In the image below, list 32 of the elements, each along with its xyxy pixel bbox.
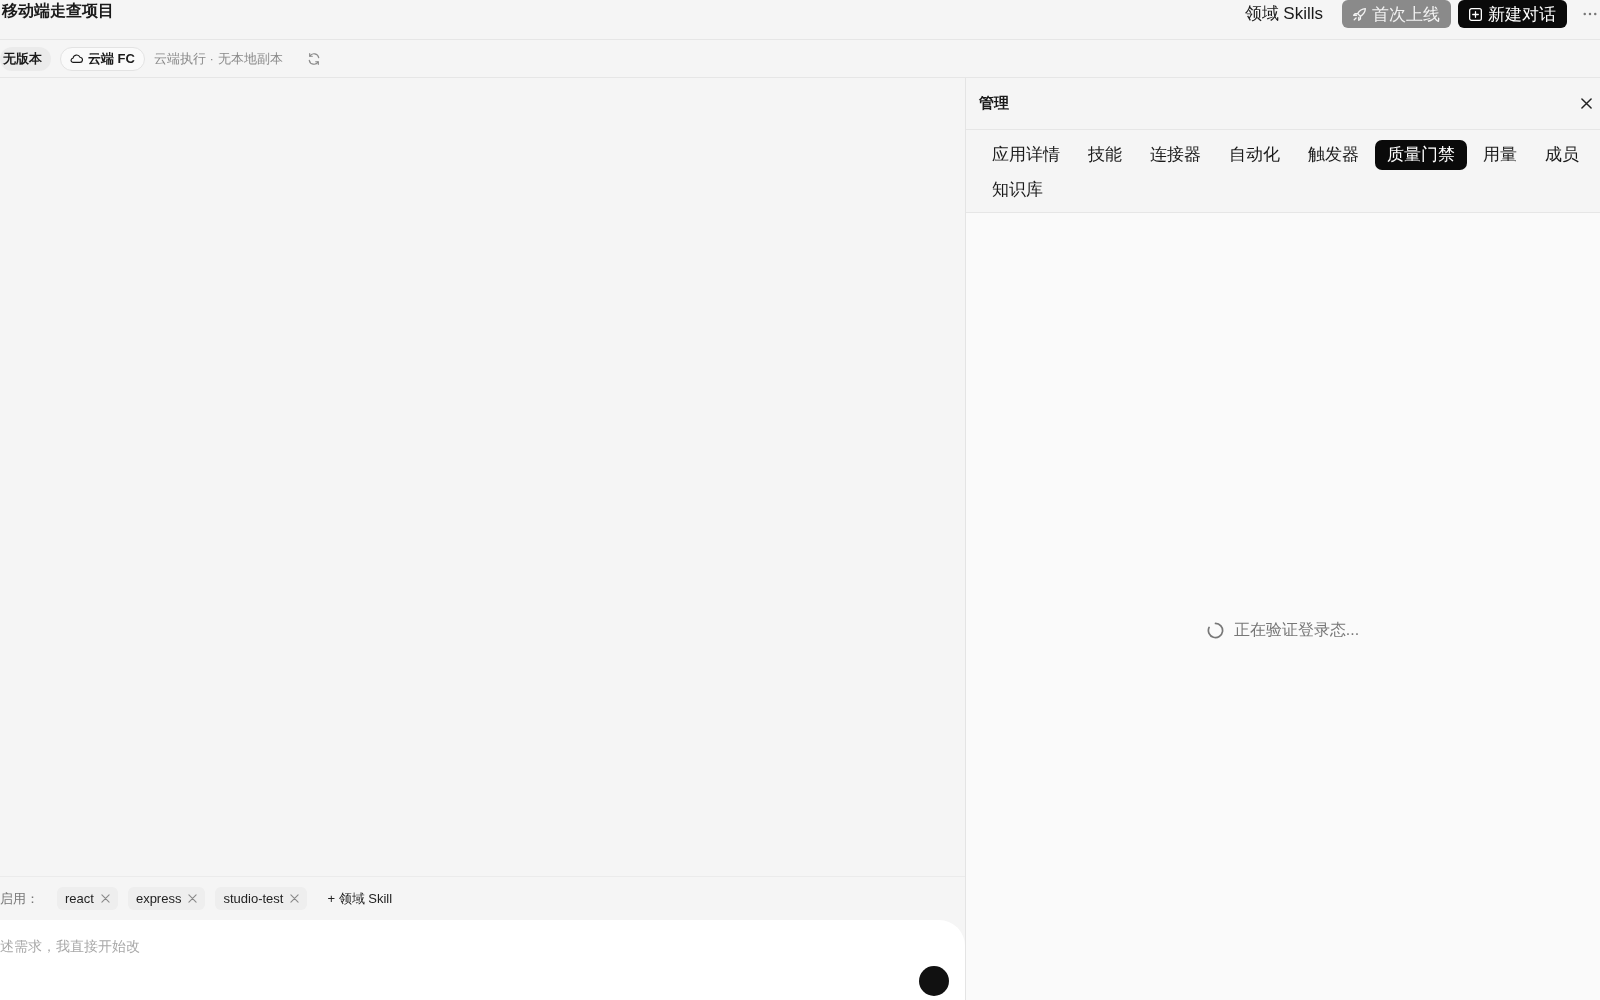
message-input[interactable]: 述需求，我直接开始改 <box>0 920 965 966</box>
rocket-icon <box>1353 7 1366 21</box>
spinner-icon <box>1206 622 1224 639</box>
plus-square-icon <box>1469 7 1482 21</box>
add-skill-button[interactable]: + 领域 Skill <box>321 885 399 912</box>
more-icon[interactable] <box>1583 12 1597 16</box>
panel-tab[interactable]: 应用详情 <box>980 140 1072 170</box>
skill-name: react <box>65 891 94 906</box>
panel-tab[interactable]: 触发器 <box>1296 140 1371 170</box>
loading-text: 正在验证登录态... <box>1233 620 1360 640</box>
new-chat-button[interactable]: 新建对话 <box>1458 0 1567 28</box>
panel-tab[interactable]: 知识库 <box>980 175 1055 205</box>
send-button[interactable] <box>919 966 949 996</box>
panel-tab[interactable]: 自动化 <box>1217 140 1292 170</box>
close-icon[interactable] <box>1581 98 1592 109</box>
panel-tab[interactable]: 成员 <box>1533 140 1591 170</box>
panel-tab[interactable]: 连接器 <box>1138 140 1213 170</box>
runtime-badge: 云端 FC <box>60 46 145 71</box>
panel-tab[interactable]: 技能 <box>1076 140 1134 170</box>
refresh-icon[interactable] <box>307 52 320 65</box>
composer-field[interactable]: 述需求，我直接开始改 <box>0 920 965 1000</box>
panel-title: 管理 <box>979 94 1009 113</box>
skills-button[interactable]: 领域 Skills <box>1240 2 1327 26</box>
cloud-icon <box>70 54 83 63</box>
panel-tab[interactable]: 质量门禁 <box>1375 140 1467 170</box>
panel-tab[interactable]: 用量 <box>1471 140 1529 170</box>
skills-label: 启用： <box>0 889 39 908</box>
skill-name: studio-test <box>223 891 284 906</box>
version-badge: 无版本 <box>0 46 51 71</box>
runtime-note: 云端执行 · 无本地副本 <box>153 49 283 68</box>
skill-name: express <box>135 891 182 906</box>
project-title: 移动端走查项目 <box>0 1 114 21</box>
